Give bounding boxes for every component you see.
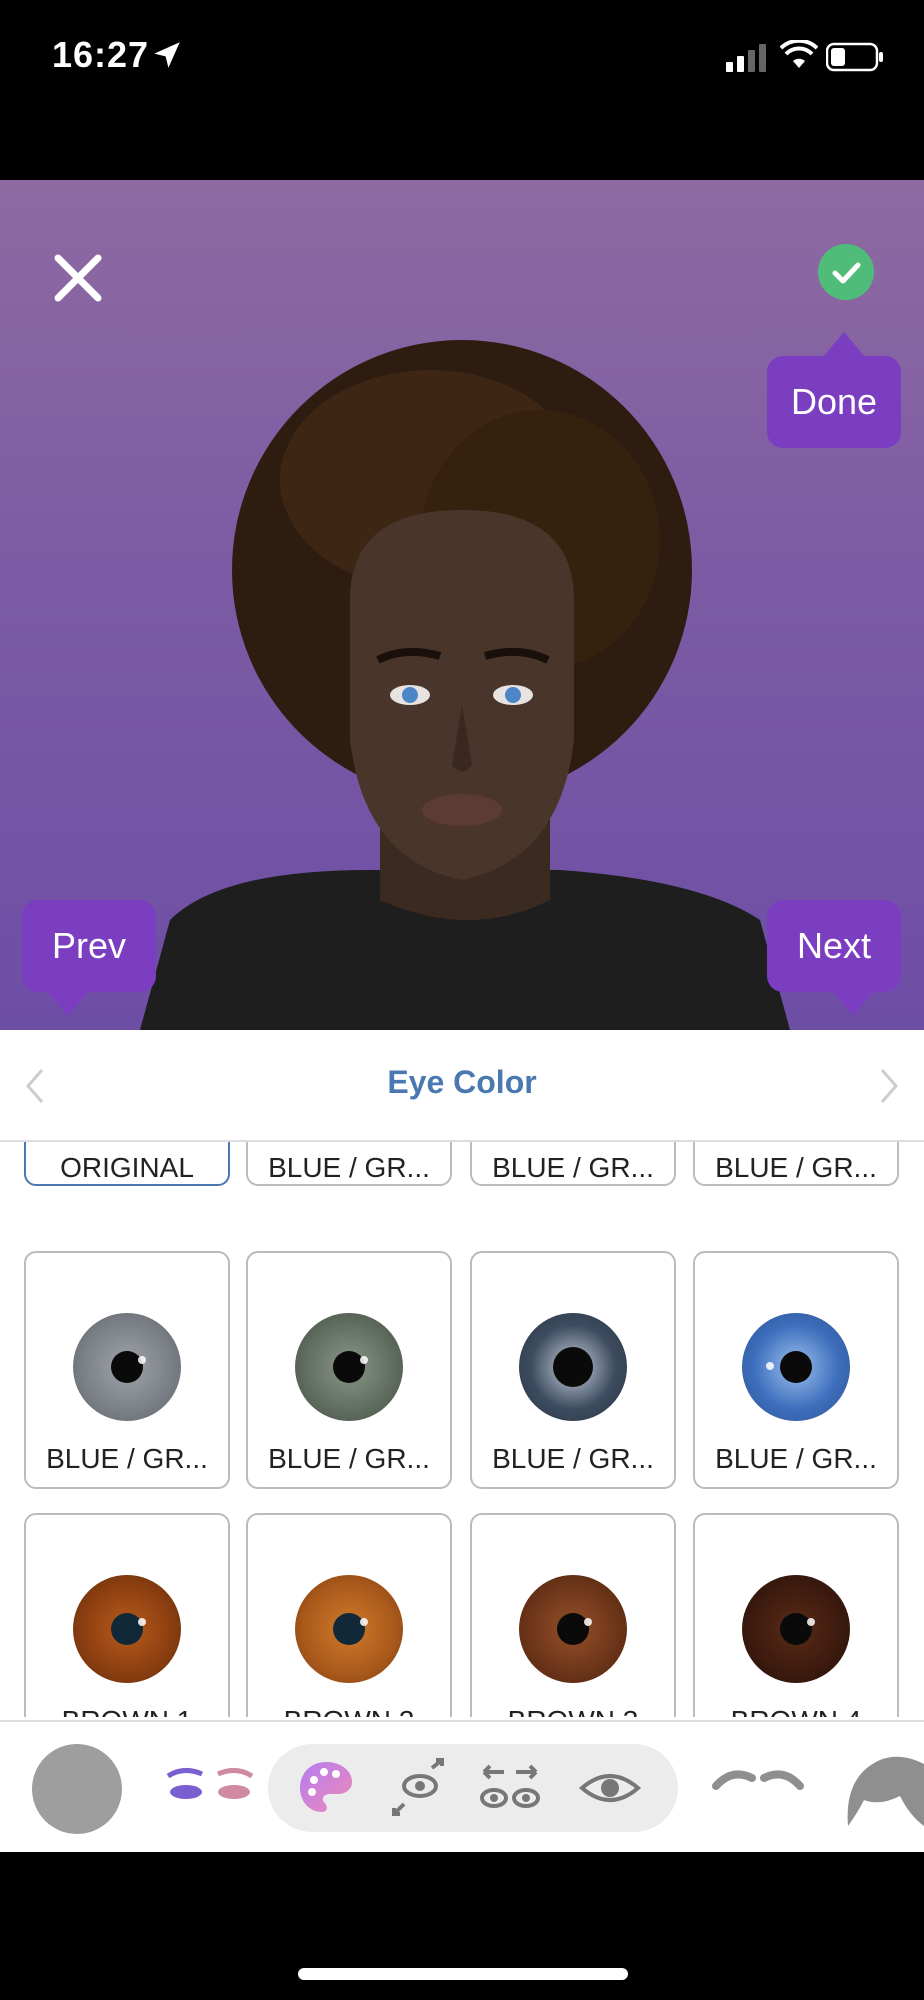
swatch-label: BLUE / GR... [715, 1152, 877, 1183]
swatch-grid: ORIGINAL BLUE / GR... BLUE / GR... BLUE … [0, 1142, 924, 1717]
prev-button[interactable]: Prev [22, 900, 156, 1016]
swatch-item[interactable]: BROWN 2 [246, 1513, 452, 1717]
chevron-right-icon[interactable] [874, 1066, 904, 1106]
done-label: Done [790, 381, 878, 422]
status-bar: 16:27 [0, 0, 924, 120]
palette-icon[interactable] [294, 1756, 358, 1820]
eye-swatch-icon [742, 1575, 850, 1683]
swatch-item[interactable]: BLUE / GR... [246, 1142, 452, 1186]
hair-icon[interactable] [840, 1746, 924, 1830]
swatch-item[interactable]: BLUE / GR... [24, 1251, 230, 1489]
eye-swatch-icon [519, 1575, 627, 1683]
swatch-label: BROWN 4 [695, 1705, 897, 1717]
swatch-item[interactable]: BROWN 1 [24, 1513, 230, 1717]
eye-tools-group [268, 1744, 678, 1832]
swatch-original[interactable]: ORIGINAL [24, 1142, 230, 1186]
wifi-icon [780, 40, 818, 68]
check-icon [832, 262, 861, 284]
battery-icon [826, 42, 883, 72]
eyebrows-color-icon[interactable] [162, 1754, 258, 1818]
eyebrows-icon[interactable] [710, 1754, 806, 1818]
swatch-item[interactable]: BLUE / GR... [470, 1142, 676, 1186]
eye-swatch-icon [519, 1313, 627, 1421]
skin-color-circle[interactable] [32, 1744, 122, 1834]
feature-toolbar [0, 1720, 924, 1852]
swatch-label: BLUE / GR... [268, 1443, 430, 1474]
cellular-signal-icon [726, 44, 766, 72]
swatch-item[interactable]: BLUE / GR... [470, 1251, 676, 1489]
swatch-label: ORIGINAL [60, 1152, 194, 1183]
swatch-item[interactable]: BLUE / GR... [693, 1251, 899, 1489]
next-button[interactable]: Next [767, 900, 901, 1016]
swatch-label: BROWN 3 [472, 1705, 674, 1717]
next-label: Next [796, 925, 872, 966]
done-tooltip-button[interactable]: Done [767, 332, 901, 448]
eye-swatch-icon [73, 1575, 181, 1683]
swatch-item[interactable]: BROWN 3 [470, 1513, 676, 1717]
swatch-label: BROWN 2 [248, 1705, 450, 1717]
eye-swatch-icon [742, 1313, 850, 1421]
swatch-label: BLUE / GR... [268, 1152, 430, 1183]
eye-swatch-icon [295, 1575, 403, 1683]
swatch-label: BLUE / GR... [715, 1443, 877, 1474]
swatch-item[interactable]: BLUE / GR... [246, 1251, 452, 1489]
location-arrow-icon [154, 42, 180, 68]
category-title: Eye Color [387, 1064, 537, 1100]
confirm-check-button[interactable] [818, 244, 874, 300]
close-icon[interactable] [50, 250, 106, 306]
status-time: 16:27 [52, 34, 150, 75]
eye-swatch-icon [73, 1313, 181, 1421]
swatch-label: BLUE / GR... [492, 1152, 654, 1183]
eye-icon[interactable] [578, 1756, 642, 1820]
category-header: Eye Color [0, 1030, 924, 1142]
eye-color-panel: Eye Color ORIGINAL BLUE / GR... BLUE / G… [0, 1030, 924, 1852]
swatch-label: BLUE / GR... [46, 1443, 208, 1474]
swatch-item[interactable]: BLUE / GR... [693, 1142, 899, 1186]
eye-resize-icon[interactable] [386, 1756, 450, 1820]
eye-swatch-icon [295, 1313, 403, 1421]
prev-label: Prev [51, 925, 127, 966]
swatch-item[interactable]: BROWN 4 [693, 1513, 899, 1717]
avatar-viewport[interactable]: Done Prev Next [0, 180, 924, 1030]
eye-spacing-icon[interactable] [478, 1756, 542, 1820]
home-indicator[interactable] [298, 1968, 628, 1980]
swatch-label: BROWN 1 [26, 1705, 228, 1717]
swatch-label: BLUE / GR... [492, 1443, 654, 1474]
